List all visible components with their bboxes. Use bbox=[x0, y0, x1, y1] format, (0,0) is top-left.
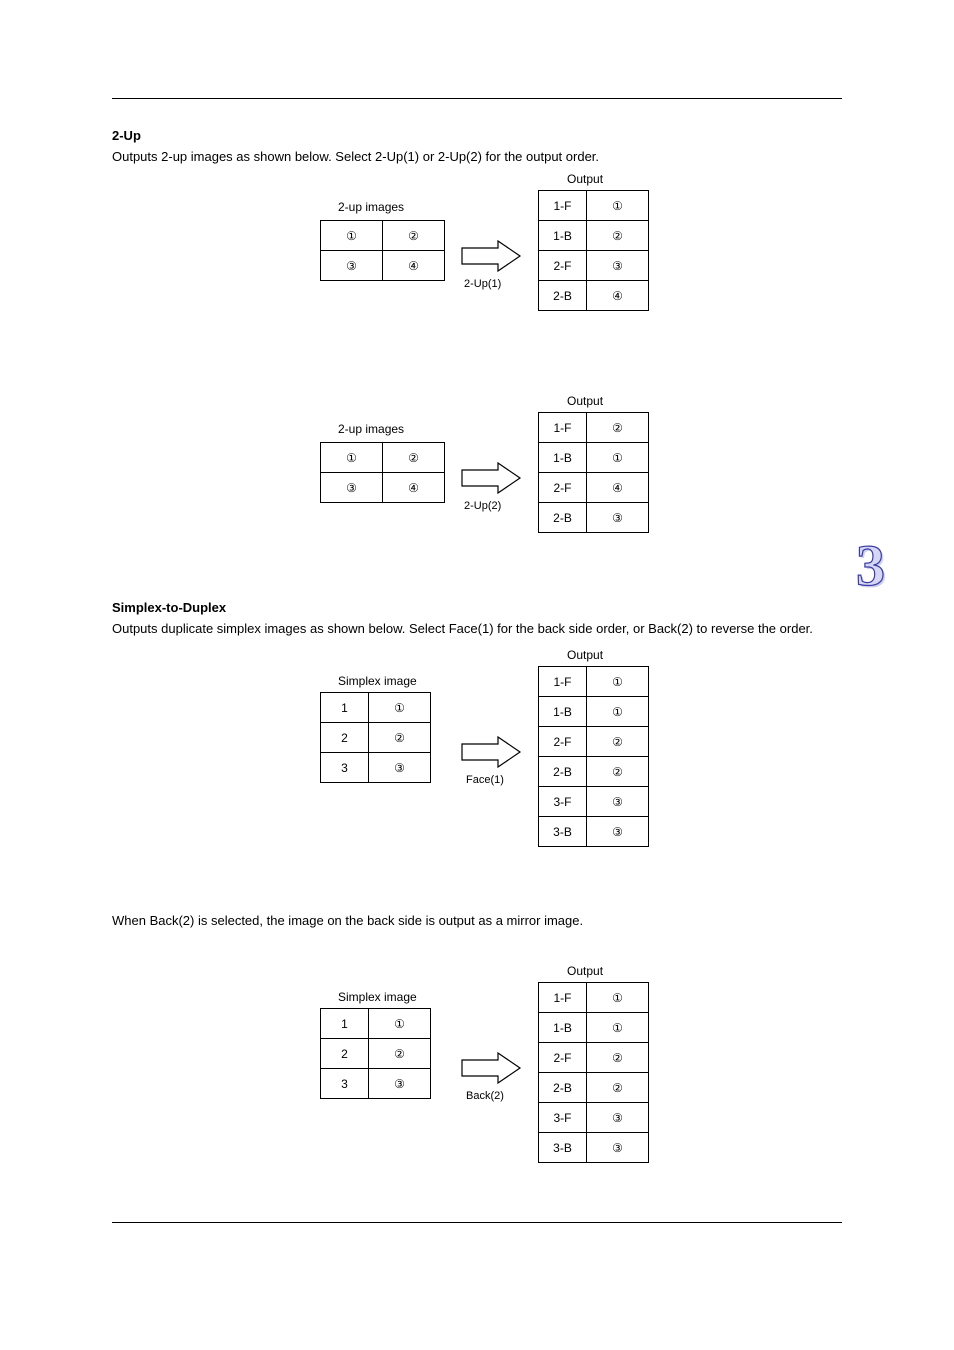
section2-left-caption: 2-up images bbox=[338, 422, 404, 436]
cell: 2 bbox=[321, 1039, 369, 1069]
cell: 2 bbox=[321, 723, 369, 753]
cell: 3-B bbox=[539, 817, 587, 847]
cell: ③ bbox=[587, 1133, 649, 1163]
cell: ② bbox=[587, 221, 649, 251]
cell: ② bbox=[587, 1043, 649, 1073]
cell: ② bbox=[587, 1073, 649, 1103]
cell: 1-B bbox=[539, 1013, 587, 1043]
page-footer-rule bbox=[112, 1222, 842, 1223]
arrow-icon bbox=[460, 238, 524, 274]
cell: ③ bbox=[587, 251, 649, 281]
cell: 1-F bbox=[539, 413, 587, 443]
section1-right-caption: Output bbox=[567, 172, 603, 186]
section4-right-table: 1-F① 1-B① 2-F② 2-B② 3-F③ 3-B③ bbox=[538, 982, 649, 1163]
cell: ② bbox=[369, 1039, 431, 1069]
section-title-2up: 2-Up bbox=[112, 128, 141, 143]
arrow-icon bbox=[460, 734, 524, 770]
cell: 3 bbox=[321, 753, 369, 783]
section3-right-caption: Output bbox=[567, 648, 603, 662]
section4-right-caption: Output bbox=[567, 964, 603, 978]
section2-left-table: ①② ③④ bbox=[320, 442, 445, 503]
cell: 2-B bbox=[539, 503, 587, 533]
section3-left-table: 1① 2② 3③ bbox=[320, 692, 431, 783]
cell: ③ bbox=[321, 251, 383, 281]
cell: 2-F bbox=[539, 251, 587, 281]
cell: 3-F bbox=[539, 1103, 587, 1133]
section4-arrow-label: Back(2) bbox=[466, 1090, 504, 1102]
chapter-badge: 3 bbox=[856, 532, 885, 599]
cell: ① bbox=[587, 443, 649, 473]
cell: ① bbox=[587, 983, 649, 1013]
cell: 2-B bbox=[539, 1073, 587, 1103]
section4-left-table: 1① 2② 3③ bbox=[320, 1008, 431, 1099]
cell: 2-F bbox=[539, 1043, 587, 1073]
cell: 1-F bbox=[539, 667, 587, 697]
cell: ② bbox=[587, 727, 649, 757]
cell: ② bbox=[587, 757, 649, 787]
section-title-simplex: Simplex-to-Duplex bbox=[112, 600, 226, 615]
cell: 1 bbox=[321, 1009, 369, 1039]
cell: ① bbox=[321, 443, 383, 473]
cell: ③ bbox=[587, 787, 649, 817]
cell: 3-B bbox=[539, 1133, 587, 1163]
cell: ③ bbox=[369, 753, 431, 783]
arrow-icon bbox=[460, 460, 524, 496]
cell: 3-F bbox=[539, 787, 587, 817]
cell: ② bbox=[383, 443, 445, 473]
cell: 1 bbox=[321, 693, 369, 723]
cell: 1-F bbox=[539, 983, 587, 1013]
cell: 2-F bbox=[539, 727, 587, 757]
cell: ① bbox=[587, 697, 649, 727]
cell: ① bbox=[587, 191, 649, 221]
section1-left-table: ①② ③④ bbox=[320, 220, 445, 281]
cell: ③ bbox=[587, 503, 649, 533]
cell: 2-B bbox=[539, 757, 587, 787]
section3-right-table: 1-F① 1-B① 2-F② 2-B② 3-F③ 3-B③ bbox=[538, 666, 649, 847]
cell: ③ bbox=[587, 1103, 649, 1133]
cell: 1-F bbox=[539, 191, 587, 221]
cell: ② bbox=[587, 413, 649, 443]
cell: 3 bbox=[321, 1069, 369, 1099]
cell: ④ bbox=[587, 281, 649, 311]
section1-body: Outputs 2-up images as shown below. Sele… bbox=[112, 148, 824, 166]
cell: ① bbox=[369, 1009, 431, 1039]
section3-arrow-label: Face(1) bbox=[466, 774, 504, 786]
cell: ② bbox=[369, 723, 431, 753]
section3-left-caption: Simplex image bbox=[338, 674, 417, 688]
cell: ③ bbox=[321, 473, 383, 503]
section1-left-caption: 2-up images bbox=[338, 200, 404, 214]
section2-right-table: 1-F② 1-B① 2-F④ 2-B③ bbox=[538, 412, 649, 533]
section4-body: When Back(2) is selected, the image on t… bbox=[112, 912, 824, 930]
cell: ① bbox=[587, 1013, 649, 1043]
cell: ③ bbox=[369, 1069, 431, 1099]
cell: 1-B bbox=[539, 443, 587, 473]
section1-right-table: 1-F① 1-B② 2-F③ 2-B④ bbox=[538, 190, 649, 311]
cell: ④ bbox=[383, 251, 445, 281]
cell: ② bbox=[383, 221, 445, 251]
page-header-rule bbox=[112, 98, 842, 99]
cell: 1-B bbox=[539, 697, 587, 727]
section2-arrow-label: 2-Up(2) bbox=[464, 500, 501, 512]
cell: 2-B bbox=[539, 281, 587, 311]
cell: ① bbox=[369, 693, 431, 723]
cell: ① bbox=[321, 221, 383, 251]
cell: ③ bbox=[587, 817, 649, 847]
cell: 2-F bbox=[539, 473, 587, 503]
cell: ① bbox=[587, 667, 649, 697]
section4-left-caption: Simplex image bbox=[338, 990, 417, 1004]
cell: ④ bbox=[383, 473, 445, 503]
arrow-icon bbox=[460, 1050, 524, 1086]
section3-body: Outputs duplicate simplex images as show… bbox=[112, 620, 824, 638]
section2-right-caption: Output bbox=[567, 394, 603, 408]
cell: ④ bbox=[587, 473, 649, 503]
cell: 1-B bbox=[539, 221, 587, 251]
section1-arrow-label: 2-Up(1) bbox=[464, 278, 501, 290]
